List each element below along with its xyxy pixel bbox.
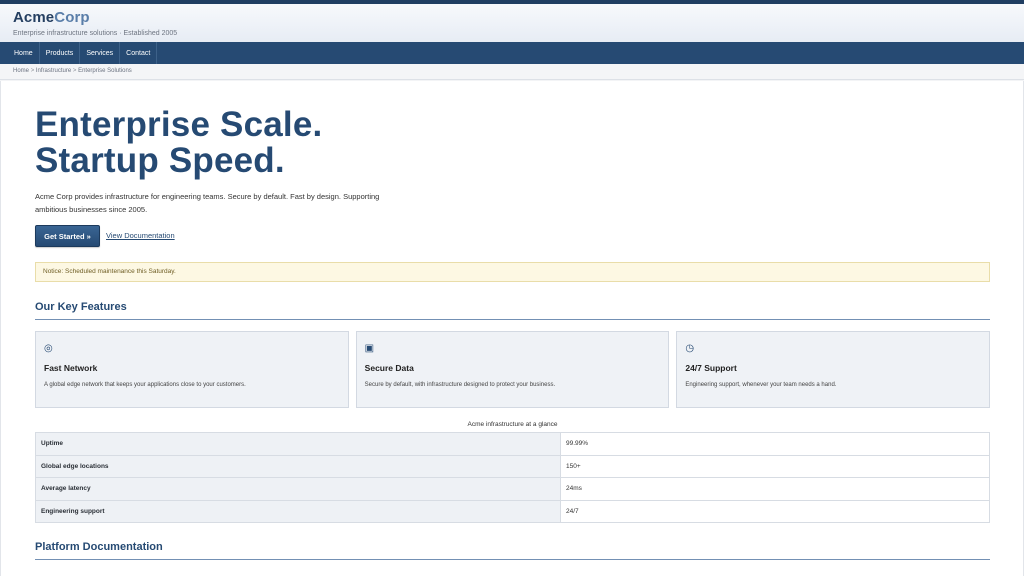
stat-label: Global edge locations xyxy=(35,454,561,478)
view-documentation-link[interactable]: View Documentation xyxy=(106,231,175,240)
stat-label: Uptime xyxy=(35,432,561,456)
site-header: AcmeCorp Enterprise infrastructure solut… xyxy=(0,4,1024,42)
table-row: Uptime 99.99% xyxy=(35,432,990,456)
breadcrumb-separator: > xyxy=(30,68,35,74)
feature-description: Engineering support, whenever your team … xyxy=(685,382,837,388)
get-started-button[interactable]: Get Started » xyxy=(35,225,100,247)
feature-description: A global edge network that keeps your ap… xyxy=(44,382,246,388)
feature-title: 24/7 Support xyxy=(685,363,737,373)
features-grid: ◎ Fast Network A global edge network tha… xyxy=(35,331,991,408)
nav-home[interactable]: Home xyxy=(8,42,40,64)
breadcrumb-infrastructure[interactable]: Infrastructure xyxy=(36,68,71,74)
breadcrumb-home[interactable]: Home xyxy=(13,68,29,74)
stat-value: 24ms xyxy=(560,477,990,501)
docs-heading: Platform Documentation xyxy=(35,541,990,560)
breadcrumb-separator: > xyxy=(72,68,77,74)
feature-title: Fast Network xyxy=(44,363,98,373)
feature-description: Secure by default, with infrastructure d… xyxy=(364,382,556,388)
hero-description: Acme Corp provides infrastructure for en… xyxy=(35,192,380,214)
nav-contact[interactable]: Contact xyxy=(120,42,158,64)
breadcrumb-current: Enterprise Solutions xyxy=(78,68,132,74)
hero-title-line1: Enterprise Scale. xyxy=(35,105,323,144)
stats-table-caption: Acme infrastructure at a glance xyxy=(467,421,558,428)
features-heading: Our Key Features xyxy=(35,301,990,320)
table-row: Average latency 24ms xyxy=(35,477,990,501)
square-icon: ▣ xyxy=(364,343,375,354)
main-nav: Home Products Services Contact xyxy=(0,42,1024,64)
target-icon: ◎ xyxy=(44,343,53,354)
nav-services[interactable]: Services xyxy=(80,42,121,64)
feature-card-secure-data: ▣ Secure Data Secure by default, with in… xyxy=(355,331,670,408)
stats-table: Uptime 99.99% Global edge locations 150+… xyxy=(35,432,990,523)
breadcrumb: Home > Infrastructure > Enterprise Solut… xyxy=(0,64,1024,80)
site-tagline: Enterprise infrastructure solutions · Es… xyxy=(13,30,178,37)
site-logo[interactable]: AcmeCorp xyxy=(13,10,1011,26)
stat-label: Engineering support xyxy=(35,499,561,523)
main-content: Enterprise Scale. Startup Speed. Acme Co… xyxy=(0,81,1024,576)
hero-title: Enterprise Scale. Startup Speed. xyxy=(35,107,322,179)
feature-title: Secure Data xyxy=(364,363,414,373)
logo-text-acme: Acme xyxy=(13,9,55,26)
clock-icon: ◷ xyxy=(685,343,695,354)
stat-label: Average latency xyxy=(35,477,561,501)
stat-value: 99.99% xyxy=(560,432,990,456)
stat-value: 24/7 xyxy=(560,499,990,523)
nav-products[interactable]: Products xyxy=(40,42,81,64)
stat-value: 150+ xyxy=(560,454,990,478)
feature-card-support: ◷ 24/7 Support Engineering support, when… xyxy=(676,331,991,408)
hero-title-line2: Startup Speed. xyxy=(35,141,285,180)
maintenance-notice: Notice: Scheduled maintenance this Satur… xyxy=(35,262,990,282)
logo-text-corp: Corp xyxy=(54,9,90,26)
table-row: Engineering support 24/7 xyxy=(35,499,990,523)
feature-card-fast-network: ◎ Fast Network A global edge network tha… xyxy=(35,331,349,408)
table-row: Global edge locations 150+ xyxy=(35,454,990,478)
